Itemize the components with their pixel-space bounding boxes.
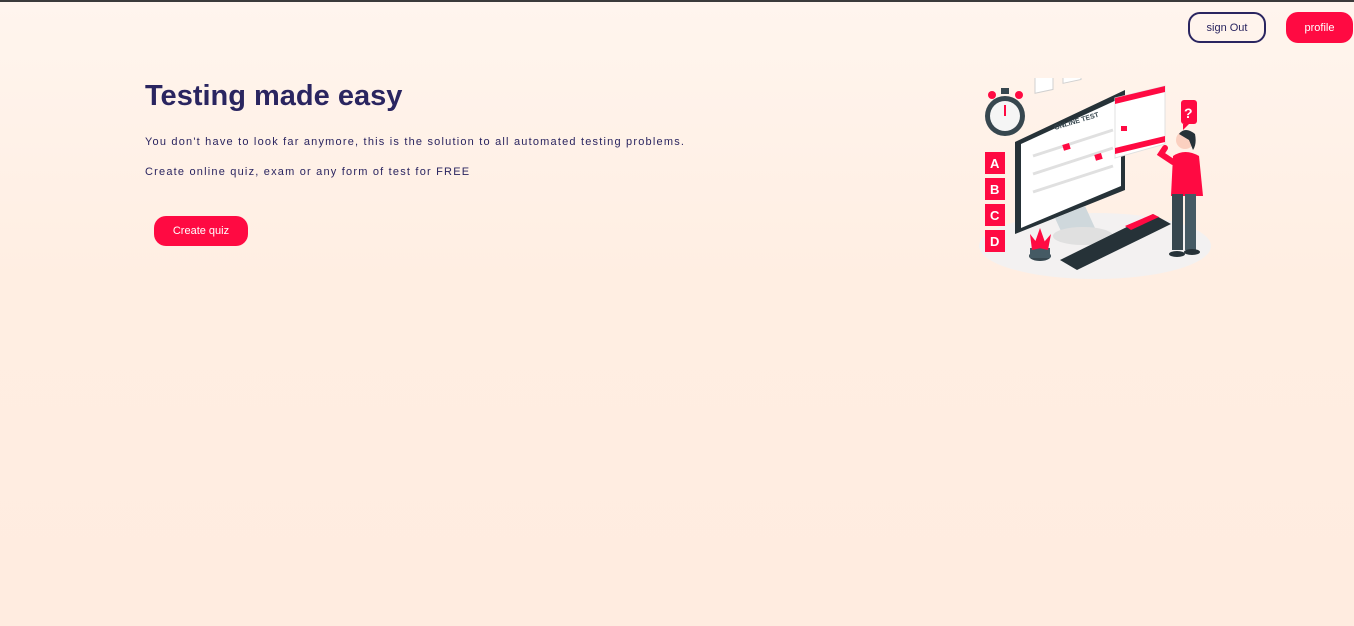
hero-title: Testing made easy [145, 80, 403, 112]
svg-text:?: ? [1184, 105, 1193, 121]
question-mark-icon: ? [1181, 100, 1197, 130]
side-panel [1114, 85, 1166, 159]
svg-text:D: D [990, 234, 999, 249]
top-border [0, 0, 1354, 2]
sign-out-button[interactable]: sign Out [1188, 12, 1266, 43]
hero-subdescription: Create online quiz, exam or any form of … [145, 166, 471, 178]
answer-blocks: A B C D [985, 152, 1005, 252]
stopwatch-icon [985, 88, 1025, 136]
svg-text:A: A [990, 156, 1000, 171]
hero-description: You don't have to look far anymore, this… [145, 136, 686, 148]
profile-button[interactable]: profile [1286, 12, 1353, 43]
svg-text:C: C [990, 208, 1000, 223]
create-quiz-button[interactable]: Create quiz [154, 216, 248, 246]
online-test-illustration: ONLINE TEST A B C D ? [979, 78, 1211, 279]
svg-text:B: B [990, 182, 999, 197]
floating-card-icon [1034, 78, 1082, 94]
